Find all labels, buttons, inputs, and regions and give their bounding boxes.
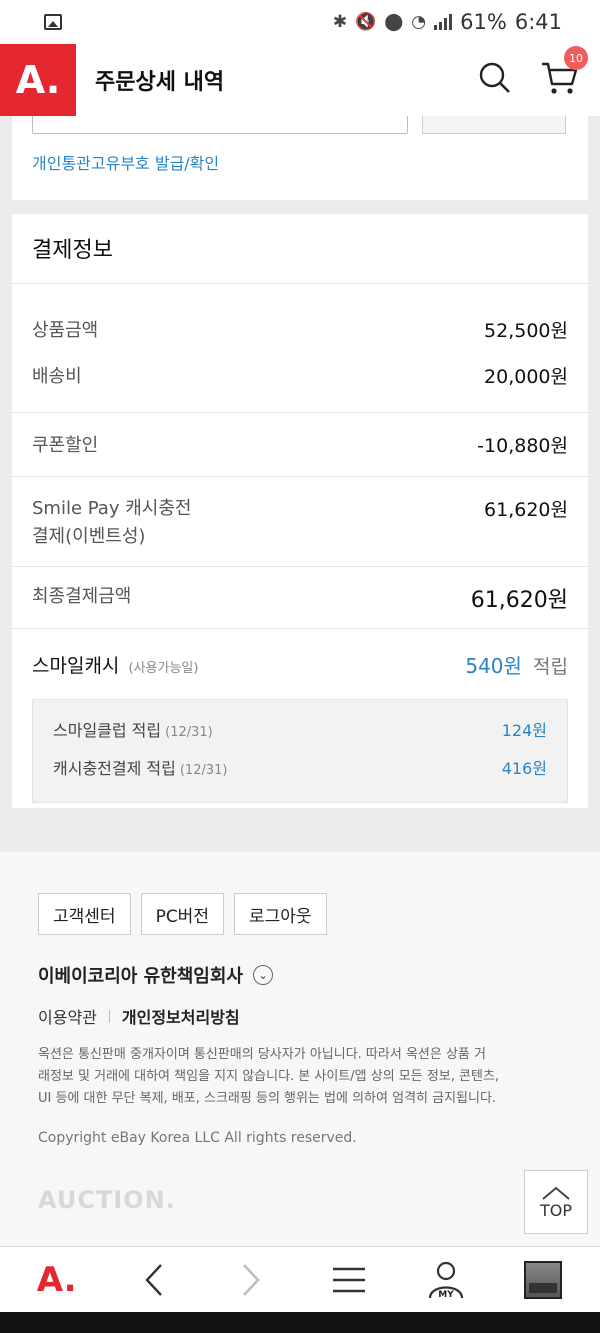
coupon-value: -10,880원: [477, 435, 568, 457]
my-page-button[interactable]: MY: [416, 1250, 476, 1310]
customs-id-link[interactable]: 개인통관고유부호 발급/확인: [32, 150, 219, 174]
home-button[interactable]: A.: [27, 1250, 87, 1310]
forward-button[interactable]: [221, 1250, 281, 1310]
smileclub-reward-label: 스마일클럽 적립: [53, 721, 162, 740]
chevron-right-icon: [243, 1263, 260, 1296]
company-info-toggle[interactable]: 이베이코리아 유한책임회사 ⌄: [38, 962, 273, 988]
privacy-policy-link[interactable]: 개인정보처리방침: [122, 1004, 240, 1028]
legal-notice: 옥션은 통신판매 중개자이며 통신판매의 당사자가 아닙니다. 따라서 옥션은 …: [38, 1044, 568, 1110]
payment-info-title: 결제정보: [12, 214, 588, 284]
pc-version-button[interactable]: PC버전: [140, 893, 224, 935]
legal-notice-line1: 옥션은 통신판매 중개자이며 통신판매의 당사자가 아닙니다. 따라서 옥션은 …: [38, 1047, 486, 1062]
bottom-nav: A. MY: [0, 1246, 600, 1312]
policy-links: 이용약관 개인정보처리방침: [38, 1004, 240, 1028]
system-nav-bar: [0, 1312, 600, 1333]
smilecash-label-group: 스마일캐시 (사용가능일): [32, 651, 198, 678]
coupon-row: 쿠폰할인 -10,880원: [12, 431, 588, 458]
payment-info-card: 결제정보 상품금액 52,500원 배송비 20,000원 쿠폰할인 -10,8…: [12, 214, 588, 808]
hamburger-menu-icon: [332, 1267, 365, 1292]
final-amount-value: 61,620원: [470, 587, 568, 613]
final-amount-label: 최종결제금액: [32, 585, 132, 607]
smileclub-reward-label-group: 스마일클럽 적립 (12/31): [53, 717, 213, 741]
legal-notice-line3: UI 등에 대한 무단 복제, 배포, 스크래핑 등의 행위는 법에 의하여 엄…: [38, 1091, 497, 1106]
smilepay-value: 61,620원: [484, 499, 568, 521]
smilepay-label-line1: Smile Pay 캐시충전: [32, 498, 192, 519]
smilepay-section: Smile Pay 캐시충전 결제(이벤트성) 61,620원: [12, 477, 588, 567]
smileclub-reward-date: (12/31): [165, 725, 213, 740]
product-price-label: 상품금액: [32, 320, 99, 341]
chevron-down-icon: ⌄: [253, 965, 273, 985]
menu-button[interactable]: [319, 1250, 379, 1310]
smileclub-reward-row: 스마일클럽 적립 (12/31) 124원: [53, 710, 547, 748]
cashcharge-reward-date: (12/31): [179, 763, 228, 778]
smilecash-sublabel: (사용가능일): [128, 660, 199, 676]
shipping-fee-value: 20,000원: [484, 365, 568, 388]
chevron-up-icon: [542, 1186, 570, 1200]
smilecash-amount-group: 540원 적립: [465, 650, 568, 679]
location-icon: ⬤: [384, 12, 404, 32]
header-actions: 10: [478, 46, 588, 100]
coupon-section: 쿠폰할인 -10,880원: [12, 413, 588, 477]
status-bar: ✱ 🔇 ⬤ ◔ 61% 6:41: [0, 0, 600, 44]
price-section: 상품금액 52,500원 배송비 20,000원: [12, 284, 588, 413]
smilepay-label-line2: 결제(이벤트성): [32, 526, 146, 547]
recent-item-thumbnail: [524, 1260, 563, 1299]
back-button[interactable]: [124, 1250, 184, 1310]
divider: [108, 1009, 110, 1023]
cart-button[interactable]: 10: [540, 46, 588, 100]
clock: 6:41: [514, 10, 562, 34]
smilecash-label: 스마일캐시: [32, 654, 120, 677]
page-footer: 고객센터 PC버전 로그아웃 이베이코리아 유한책임회사 ⌄ 이용약관 개인정보…: [0, 852, 600, 1246]
search-icon[interactable]: [478, 61, 512, 99]
smilepay-row: Smile Pay 캐시충전 결제(이벤트성) 61,620원: [12, 495, 588, 551]
product-price-row: 상품금액 52,500원: [12, 306, 588, 352]
smilecash-detail-box: 스마일클럽 적립 (12/31) 124원 캐시충전결제 적립 (12/31) 41…: [32, 699, 568, 803]
bluetooth-icon: ✱: [332, 12, 348, 32]
copyright-text: Copyright eBay Korea LLC All rights rese…: [38, 1130, 357, 1146]
recent-item-button[interactable]: [513, 1250, 573, 1310]
final-amount-section: 최종결제금액 61,620원: [12, 567, 588, 629]
coupon-label: 쿠폰할인: [32, 435, 99, 456]
shipping-fee-label: 배송비: [32, 366, 82, 387]
final-amount-row: 최종결제금액 61,620원: [12, 582, 588, 614]
customer-center-button[interactable]: 고객센터: [38, 893, 131, 935]
shipping-fee-row: 배송비 20,000원: [12, 352, 588, 398]
scroll-top-label: TOP: [539, 1200, 572, 1220]
terms-link[interactable]: 이용약관: [38, 1004, 97, 1028]
app-header: A. 주문상세 내역 10: [0, 44, 600, 116]
my-label: MY: [438, 1290, 454, 1300]
smilecash-amount: 540원: [465, 653, 522, 678]
legal-notice-line2: 래정보 및 거래에 대하여 책임을 지지 않습니다. 본 사이트/앱 상의 모든…: [38, 1069, 500, 1084]
status-right: ✱ 🔇 ⬤ ◔ 61% 6:41: [333, 10, 562, 34]
wifi-icon: ◔: [411, 12, 427, 32]
battery-percent: 61%: [460, 10, 507, 34]
chevron-left-icon: [145, 1263, 162, 1296]
company-name: 이베이코리아 유한책임회사: [38, 966, 243, 987]
smilepay-label: Smile Pay 캐시충전 결제(이벤트성): [32, 495, 191, 551]
product-price-value: 52,500원: [484, 319, 568, 342]
smilecash-row: 스마일캐시 (사용가능일) 540원 적립: [12, 629, 588, 699]
signal-icon: [434, 14, 453, 30]
footer-buttons: 고객센터 PC버전 로그아웃: [38, 893, 327, 935]
auction-footer-logo: AUCTION.: [38, 1186, 176, 1214]
cashcharge-reward-label: 캐시충전결제 적립: [53, 759, 176, 778]
image-notification-icon: [44, 14, 62, 30]
cashcharge-reward-value: 416원: [501, 759, 547, 778]
mute-icon: 🔇: [355, 12, 377, 32]
scroll-top-button[interactable]: TOP: [524, 1170, 588, 1234]
cashcharge-reward-label-group: 캐시충전결제 적립 (12/31): [53, 755, 227, 779]
smilecash-suffix: 적립: [533, 655, 568, 678]
page-title: 주문상세 내역: [95, 70, 225, 95]
smileclub-reward-value: 124원: [501, 721, 547, 740]
cart-count-badge: 10: [564, 46, 588, 70]
person-icon: MY: [428, 1261, 464, 1300]
logout-button[interactable]: 로그아웃: [233, 893, 327, 935]
auction-logo-button[interactable]: A.: [0, 44, 76, 116]
cashcharge-reward-row: 캐시충전결제 적립 (12/31) 416원: [53, 748, 547, 786]
